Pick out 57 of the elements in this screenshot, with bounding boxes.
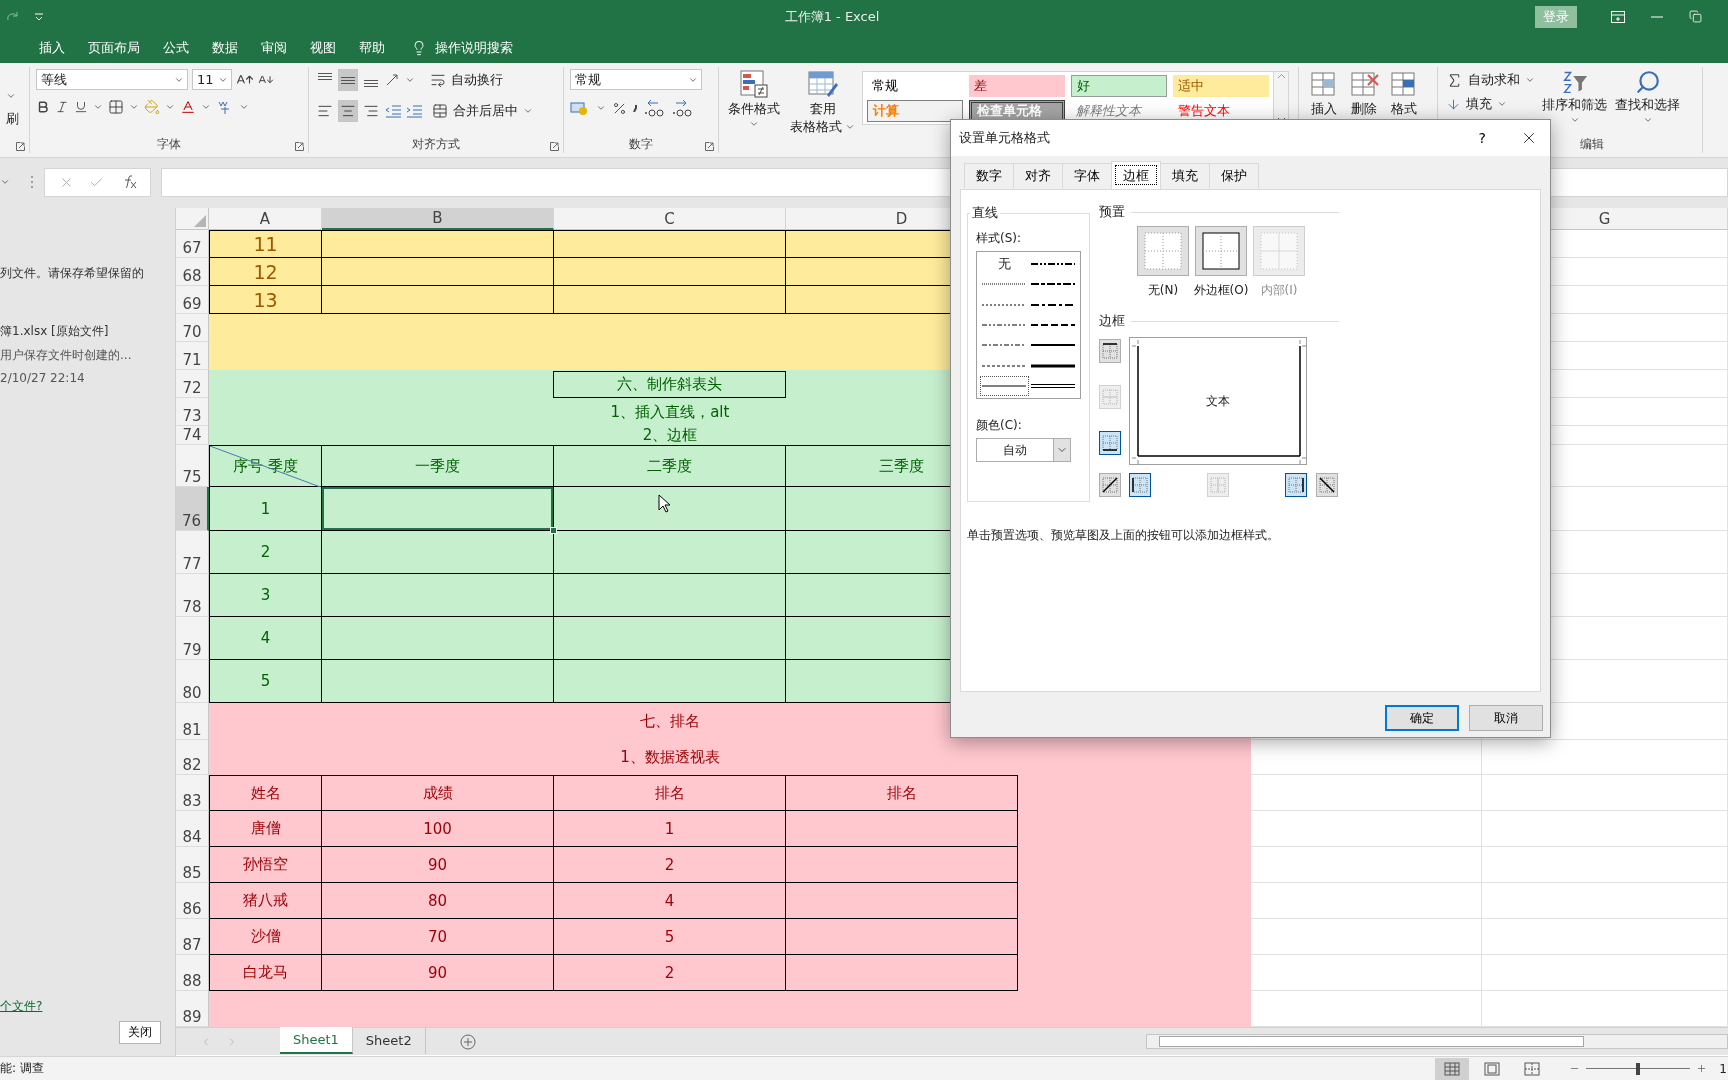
cell-text: 姓名 — [250, 783, 281, 803]
section-title: 1、插入直线，alt — [610, 402, 730, 422]
cell-text: 排名 — [654, 783, 685, 803]
cell-text: 4 — [664, 891, 675, 910]
none-style-label: 无 — [997, 255, 1011, 274]
cell-text: 90 — [427, 963, 448, 982]
cell-text: 3 — [260, 586, 271, 604]
cell-text: 猪八戒 — [243, 891, 288, 910]
section-title: 七、排名 — [640, 712, 700, 731]
cell-text: 三季度 — [879, 456, 924, 476]
cell-text: 白龙马 — [243, 963, 288, 982]
cell-text: 100 — [423, 819, 452, 838]
cell-text: 2 — [664, 963, 675, 982]
cell-text: 11 — [253, 233, 278, 255]
section-heading: 预置 — [1099, 203, 1125, 221]
file-note: 用户保存文件时创建的... — [0, 347, 133, 364]
preview-text: 文本 — [1206, 392, 1230, 410]
cell-text: 1 — [260, 499, 271, 518]
group-label: 字体 — [157, 136, 181, 153]
cell-text: 13 — [253, 288, 278, 311]
cell-text: 2 — [260, 543, 271, 561]
preset-label: 内部(I) — [1260, 282, 1298, 299]
cell-text: 孙悟空 — [243, 855, 288, 874]
group-label: 对齐方式 — [412, 136, 460, 153]
status-text: 能: 调查 — [0, 1060, 44, 1077]
section-title: 1、数据透视表 — [620, 748, 720, 767]
section-heading: 边框 — [1099, 312, 1125, 330]
dialog-hint: 单击预置选项、预览草图及上面的按钮可以添加边框样式。 — [967, 527, 1280, 544]
window-title: 工作簿1 - Excel — [784, 7, 880, 26]
cell-text: 5 — [260, 672, 271, 690]
cell-text: 序号 季度 — [233, 456, 298, 476]
preset-label: 外边框(O) — [1193, 282, 1249, 299]
recovery-message: 列文件。请保存希望保留的 — [0, 265, 145, 282]
preset-label: 无(N) — [1147, 282, 1179, 299]
cell-text: 4 — [260, 629, 271, 647]
cell-text: 2 — [664, 855, 675, 874]
field-label: 颜色(C): — [976, 417, 1023, 434]
field-label: 样式(S): — [976, 230, 1023, 247]
section-title: 2、边框 — [642, 426, 698, 445]
cell-text: 12 — [253, 260, 278, 283]
cell-text: 80 — [427, 891, 448, 910]
dialog-title: 设置单元格格式 — [959, 129, 1050, 147]
cell-text: 成绩 — [422, 783, 453, 803]
group-label: 数字 — [629, 136, 653, 153]
cell-text: 二季度 — [647, 456, 692, 476]
cell-text: 1 — [664, 819, 675, 838]
cell-text: 唐僧 — [250, 819, 281, 838]
zoom-reading: 1 — [1719, 1061, 1728, 1076]
section-title: 六、制作斜表头 — [553, 371, 786, 398]
file-time: 2/10/27 22:14 — [0, 371, 86, 385]
cell-text: 沙僧 — [250, 927, 281, 946]
cell-text: 一季度 — [415, 456, 460, 476]
cell-text: 排名 — [886, 783, 917, 803]
cell-text: 70 — [427, 927, 448, 946]
cell-text: 5 — [664, 927, 675, 946]
group-label: 编辑 — [1580, 136, 1604, 153]
cell-text: 90 — [427, 855, 448, 874]
